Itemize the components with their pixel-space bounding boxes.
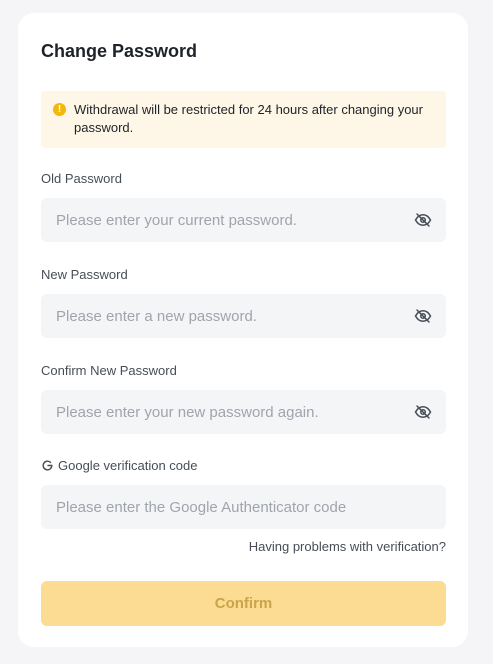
old-password-input[interactable] <box>41 198 401 242</box>
verification-help-link[interactable]: Having problems with verification? <box>249 539 446 554</box>
confirm-password-field[interactable] <box>41 390 446 434</box>
eye-hidden-icon[interactable] <box>414 211 432 229</box>
old-password-field[interactable] <box>41 198 446 242</box>
notice-text: Withdrawal will be restricted for 24 hou… <box>74 102 423 135</box>
confirm-password-label: Confirm New Password <box>41 363 177 378</box>
eye-hidden-icon[interactable] <box>414 403 432 421</box>
google-code-label: Google verification code <box>41 458 197 473</box>
eye-hidden-icon[interactable] <box>414 307 432 325</box>
change-password-card: Change Password ! Withdrawal will be res… <box>18 13 468 647</box>
new-password-label: New Password <box>41 267 128 282</box>
old-password-label: Old Password <box>41 171 122 186</box>
new-password-input[interactable] <box>41 294 401 338</box>
confirm-button[interactable]: Confirm <box>41 581 446 626</box>
google-code-label-text: Google verification code <box>58 458 198 473</box>
google-code-field[interactable] <box>41 485 446 529</box>
google-code-input[interactable] <box>41 485 441 529</box>
new-password-field[interactable] <box>41 294 446 338</box>
warning-icon: ! <box>53 103 66 116</box>
withdrawal-notice: ! Withdrawal will be restricted for 24 h… <box>41 91 446 148</box>
confirm-password-input[interactable] <box>41 390 401 434</box>
page-title: Change Password <box>41 41 198 61</box>
google-icon <box>42 460 53 471</box>
